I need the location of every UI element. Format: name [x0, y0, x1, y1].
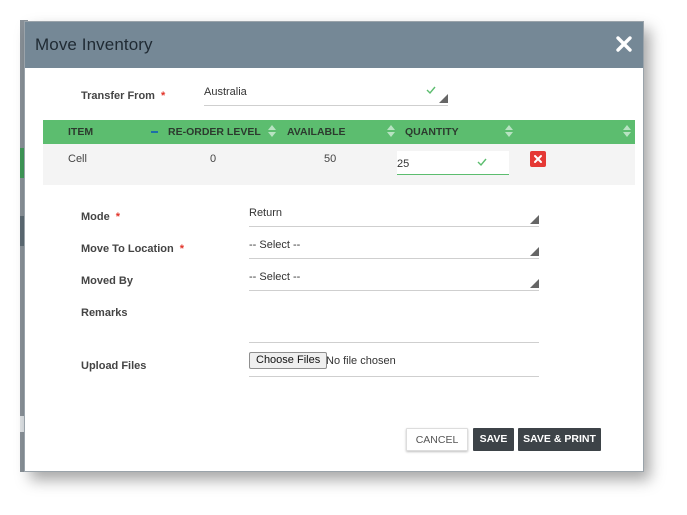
sort-icon[interactable]: [387, 125, 395, 138]
upload-files-label: Upload Files: [81, 360, 147, 372]
column-header-item[interactable]: ITEM: [68, 126, 93, 138]
sort-icon[interactable]: [623, 125, 631, 138]
quantity-value: 25: [397, 158, 410, 170]
required-mark: *: [115, 211, 121, 223]
check-icon: [426, 86, 436, 95]
column-header-quantity[interactable]: QUANTITY: [405, 126, 459, 138]
remarks-label: Remarks: [81, 307, 128, 319]
cancel-button[interactable]: CANCEL: [406, 428, 468, 451]
close-icon[interactable]: [615, 35, 633, 53]
column-header-reorder-level[interactable]: RE-ORDER LEVEL: [168, 126, 261, 138]
cell-item: Cell: [68, 153, 87, 165]
save-and-print-button[interactable]: SAVE & PRINT: [518, 428, 601, 451]
file-status-text: No file chosen: [326, 355, 396, 367]
choose-files-button[interactable]: Choose Files: [249, 352, 328, 369]
modal-title: Move Inventory: [35, 35, 153, 54]
save-button[interactable]: SAVE: [473, 428, 514, 451]
collapse-icon[interactable]: [151, 131, 158, 133]
required-mark: *: [179, 243, 184, 255]
remarks-input[interactable]: [249, 342, 539, 343]
dropdown-triangle-icon: [439, 94, 448, 103]
mode-select[interactable]: Return: [249, 205, 539, 227]
quantity-input[interactable]: 25: [397, 151, 509, 175]
mode-label: Mode *: [81, 211, 121, 223]
transfer-from-label: Transfer From *: [81, 90, 166, 102]
grid-header: ITEM RE-ORDER LEVEL AVAILABLE QUANTITY: [43, 120, 635, 144]
transfer-from-value: Australia: [204, 86, 247, 98]
sort-icon[interactable]: [268, 125, 276, 138]
moved-by-label: Moved By: [81, 275, 133, 287]
cell-reorder-level: 0: [210, 153, 217, 165]
upload-files-field: Choose Files No file chosen: [249, 352, 539, 377]
table-row: Cell 0 50 25: [43, 144, 635, 185]
move-to-location-value: -- Select --: [249, 239, 301, 251]
dropdown-triangle-icon: [530, 215, 539, 224]
dropdown-triangle-icon: [530, 247, 539, 256]
column-header-available[interactable]: AVAILABLE: [287, 126, 346, 138]
mode-value: Return: [249, 207, 283, 219]
sort-icon[interactable]: [505, 125, 513, 138]
move-to-location-select[interactable]: -- Select --: [249, 237, 539, 259]
delete-row-button[interactable]: [530, 151, 546, 167]
moved-by-value: -- Select --: [249, 271, 301, 283]
moved-by-select[interactable]: -- Select --: [249, 269, 539, 291]
transfer-from-select[interactable]: Australia: [204, 84, 448, 106]
modal-header: Move Inventory: [25, 22, 643, 68]
move-to-location-label: Move To Location *: [81, 243, 184, 255]
cell-available: 50: [324, 153, 337, 165]
move-inventory-modal: Move Inventory Transfer From * Australia …: [24, 21, 644, 472]
check-icon: [477, 158, 487, 167]
delete-icon: [534, 155, 542, 163]
dropdown-triangle-icon: [530, 279, 539, 288]
required-mark: *: [160, 90, 166, 102]
